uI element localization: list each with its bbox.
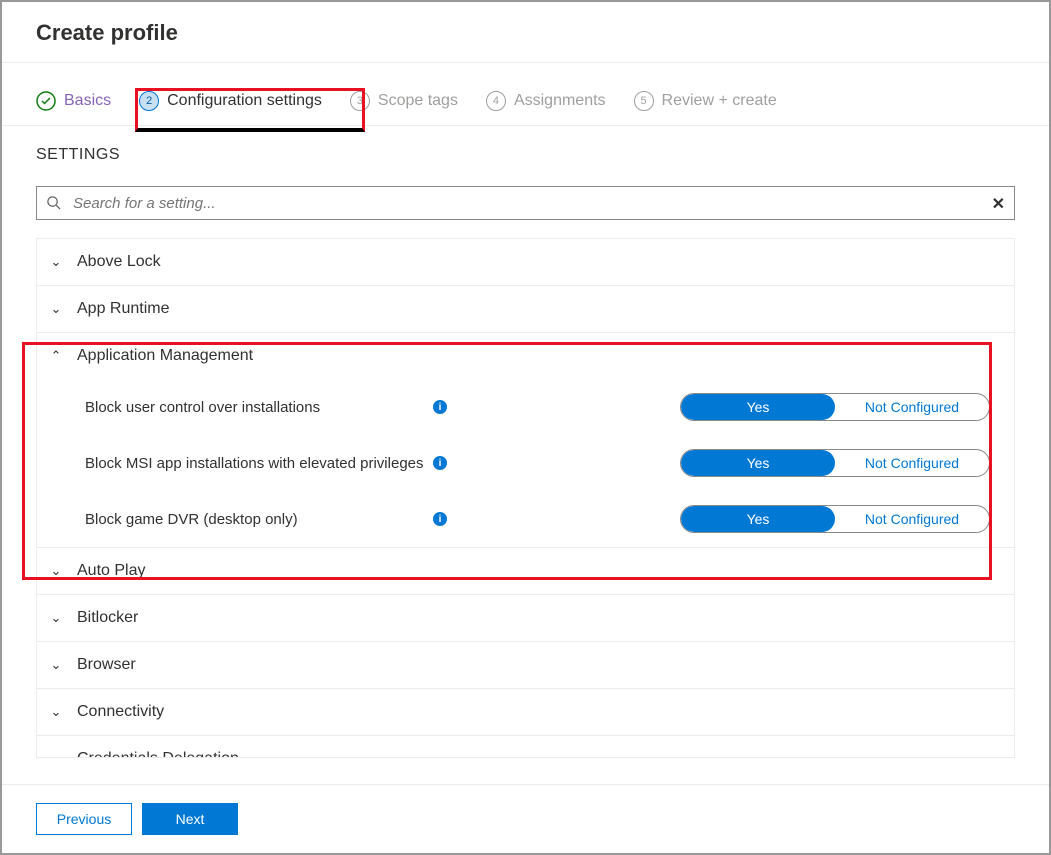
category-header[interactable]: ⌄ Browser — [37, 642, 1014, 688]
chevron-down-icon: ⌄ — [49, 254, 63, 270]
category-app-runtime: ⌄ App Runtime — [37, 286, 1014, 333]
step-basics[interactable]: Basics — [36, 91, 111, 125]
category-credentials-delegation: ⌄ Credentials Delegation — [37, 736, 1014, 758]
setting-label: Block MSI app installations with elevate… — [85, 455, 425, 472]
chevron-down-icon: ⌄ — [49, 563, 63, 579]
category-connectivity: ⌄ Connectivity — [37, 689, 1014, 736]
search-input[interactable] — [36, 186, 1015, 220]
settings-heading: SETTINGS — [2, 126, 1049, 172]
category-label: Connectivity — [77, 703, 164, 721]
search-container: ✕ — [36, 186, 1015, 220]
toggle-block-user-control[interactable]: Yes Not Configured — [680, 393, 990, 421]
category-label: Browser — [77, 656, 136, 674]
toggle-yes[interactable]: Yes — [681, 450, 835, 476]
category-header[interactable]: ⌄ Credentials Delegation — [37, 736, 1014, 758]
category-application-management: ⌃ Application Management Block user cont… — [37, 333, 1014, 548]
setting-block-user-control: Block user control over installations i … — [37, 379, 1014, 435]
category-above-lock: ⌄ Above Lock — [37, 239, 1014, 286]
category-auto-play: ⌄ Auto Play — [37, 548, 1014, 595]
search-icon — [46, 195, 61, 215]
step-configuration-settings[interactable]: 2 Configuration settings — [139, 91, 322, 125]
page-header: Create profile — [2, 2, 1049, 63]
category-header[interactable]: ⌄ Connectivity — [37, 689, 1014, 735]
setting-block-msi-elevated: Block MSI app installations with elevate… — [37, 435, 1014, 491]
page-title: Create profile — [36, 20, 1015, 46]
category-label: Credentials Delegation — [77, 750, 239, 758]
step-number-badge: 2 — [139, 91, 159, 111]
next-button[interactable]: Next — [142, 803, 238, 835]
info-icon[interactable]: i — [433, 512, 447, 526]
toggle-yes[interactable]: Yes — [681, 506, 835, 532]
category-header[interactable]: ⌄ App Runtime — [37, 286, 1014, 332]
toggle-block-msi-elevated[interactable]: Yes Not Configured — [680, 449, 990, 477]
setting-label: Block user control over installations — [85, 399, 425, 416]
wizard-footer: Previous Next — [2, 784, 1049, 853]
setting-block-game-dvr: Block game DVR (desktop only) i Yes Not … — [37, 491, 1014, 547]
chevron-down-icon: ⌄ — [49, 657, 63, 673]
step-number-badge: 3 — [350, 91, 370, 111]
toggle-yes[interactable]: Yes — [681, 394, 835, 420]
step-label: Assignments — [514, 92, 606, 110]
clear-icon[interactable]: ✕ — [992, 194, 1005, 214]
setting-label: Block game DVR (desktop only) — [85, 511, 425, 528]
step-label: Scope tags — [378, 92, 458, 110]
step-scope-tags[interactable]: 3 Scope tags — [350, 91, 458, 125]
chevron-down-icon: ⌄ — [49, 704, 63, 720]
chevron-down-icon: ⌄ — [49, 301, 63, 317]
toggle-block-game-dvr[interactable]: Yes Not Configured — [680, 505, 990, 533]
category-header[interactable]: ⌄ Above Lock — [37, 239, 1014, 285]
category-label: Auto Play — [77, 562, 145, 580]
step-label: Configuration settings — [167, 92, 322, 110]
toggle-not-configured[interactable]: Not Configured — [835, 394, 989, 420]
category-header[interactable]: ⌃ Application Management — [37, 333, 1014, 379]
info-icon[interactable]: i — [433, 456, 447, 470]
info-icon[interactable]: i — [433, 400, 447, 414]
step-label: Basics — [64, 92, 111, 110]
step-assignments[interactable]: 4 Assignments — [486, 91, 606, 125]
chevron-up-icon: ⌃ — [49, 348, 63, 364]
category-bitlocker: ⌄ Bitlocker — [37, 595, 1014, 642]
step-label: Review + create — [662, 92, 777, 110]
settings-list[interactable]: ⌄ Above Lock ⌄ App Runtime ⌃ Application… — [36, 238, 1015, 758]
toggle-not-configured[interactable]: Not Configured — [835, 506, 989, 532]
check-icon — [36, 91, 56, 111]
wizard-steps: Basics 2 Configuration settings 3 Scope … — [2, 63, 1049, 126]
chevron-down-icon: ⌄ — [49, 751, 63, 758]
step-review-create[interactable]: 5 Review + create — [634, 91, 777, 125]
category-header[interactable]: ⌄ Auto Play — [37, 548, 1014, 594]
chevron-down-icon: ⌄ — [49, 610, 63, 626]
previous-button[interactable]: Previous — [36, 803, 132, 835]
category-header[interactable]: ⌄ Bitlocker — [37, 595, 1014, 641]
category-browser: ⌄ Browser — [37, 642, 1014, 689]
category-label: Bitlocker — [77, 609, 138, 627]
category-label: App Runtime — [77, 300, 170, 318]
toggle-not-configured[interactable]: Not Configured — [835, 450, 989, 476]
category-label: Application Management — [77, 347, 253, 365]
step-number-badge: 4 — [486, 91, 506, 111]
step-number-badge: 5 — [634, 91, 654, 111]
category-label: Above Lock — [77, 253, 161, 271]
